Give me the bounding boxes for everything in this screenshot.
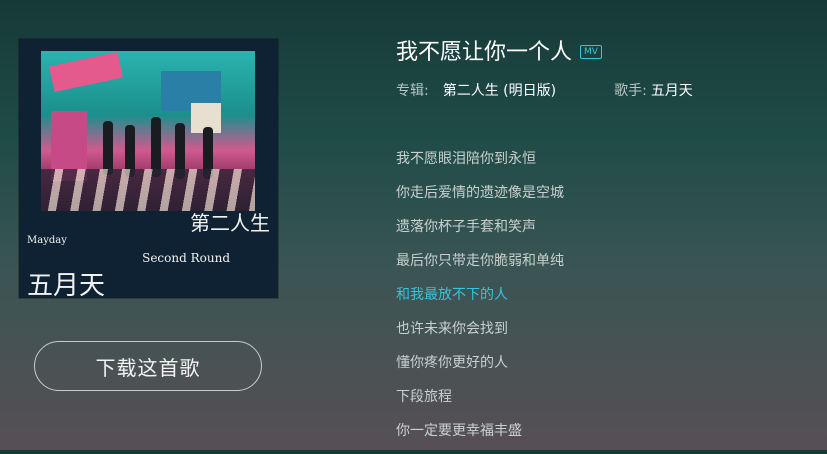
lyric-line: 遗落你杯子手套和笑声 bbox=[396, 219, 536, 235]
song-title-row: 我不愿让你一个人 MV bbox=[396, 34, 602, 66]
album-photo bbox=[41, 51, 255, 211]
song-title: 我不愿让你一个人 bbox=[396, 40, 573, 65]
album-cover: 第二人生 Mayday Second Round 五月天 bbox=[19, 39, 278, 298]
lyric-line: 下段旅程 bbox=[396, 389, 452, 405]
song-meta: 专辑: 第二人生 (明日版) 歌手: 五月天 bbox=[396, 80, 693, 100]
lyric-line: 懂你疼你更好的人 bbox=[396, 355, 508, 371]
singer-name[interactable]: 五月天 bbox=[651, 80, 693, 100]
lyric-line: 你一定要更幸福丰盛 bbox=[396, 423, 522, 439]
album-name[interactable]: 第二人生 (明日版) bbox=[443, 80, 556, 100]
lyric-line: 最后你只带走你脆弱和单纯 bbox=[396, 253, 564, 269]
singer-group: 歌手: 五月天 bbox=[614, 80, 693, 100]
album-label: 专辑: bbox=[396, 83, 429, 99]
download-song-button[interactable]: 下载这首歌 bbox=[34, 341, 262, 391]
mv-badge[interactable]: MV bbox=[580, 44, 602, 59]
lyric-line: 你走后爱情的遗迹像是空城 bbox=[396, 185, 564, 201]
album-cover-band: Mayday bbox=[27, 235, 67, 246]
lyric-line: 我不愿眼泪陪你到永恒 bbox=[396, 151, 536, 167]
album-cover-title: 五月天 bbox=[27, 271, 106, 298]
album-cover-subtitle: Second Round bbox=[142, 251, 230, 265]
album-cover-handwriting: 第二人生 bbox=[190, 211, 270, 235]
lyric-line-active: 和我最放不下的人 bbox=[396, 287, 508, 303]
singer-label: 歌手: bbox=[614, 83, 647, 99]
lyric-line: 也许未来你会找到 bbox=[396, 321, 508, 337]
lyrics-list: 我不愿眼泪陪你到永恒 你走后爱情的遗迹像是空城 遗落你杯子手套和笑声 最后你只带… bbox=[396, 148, 564, 454]
